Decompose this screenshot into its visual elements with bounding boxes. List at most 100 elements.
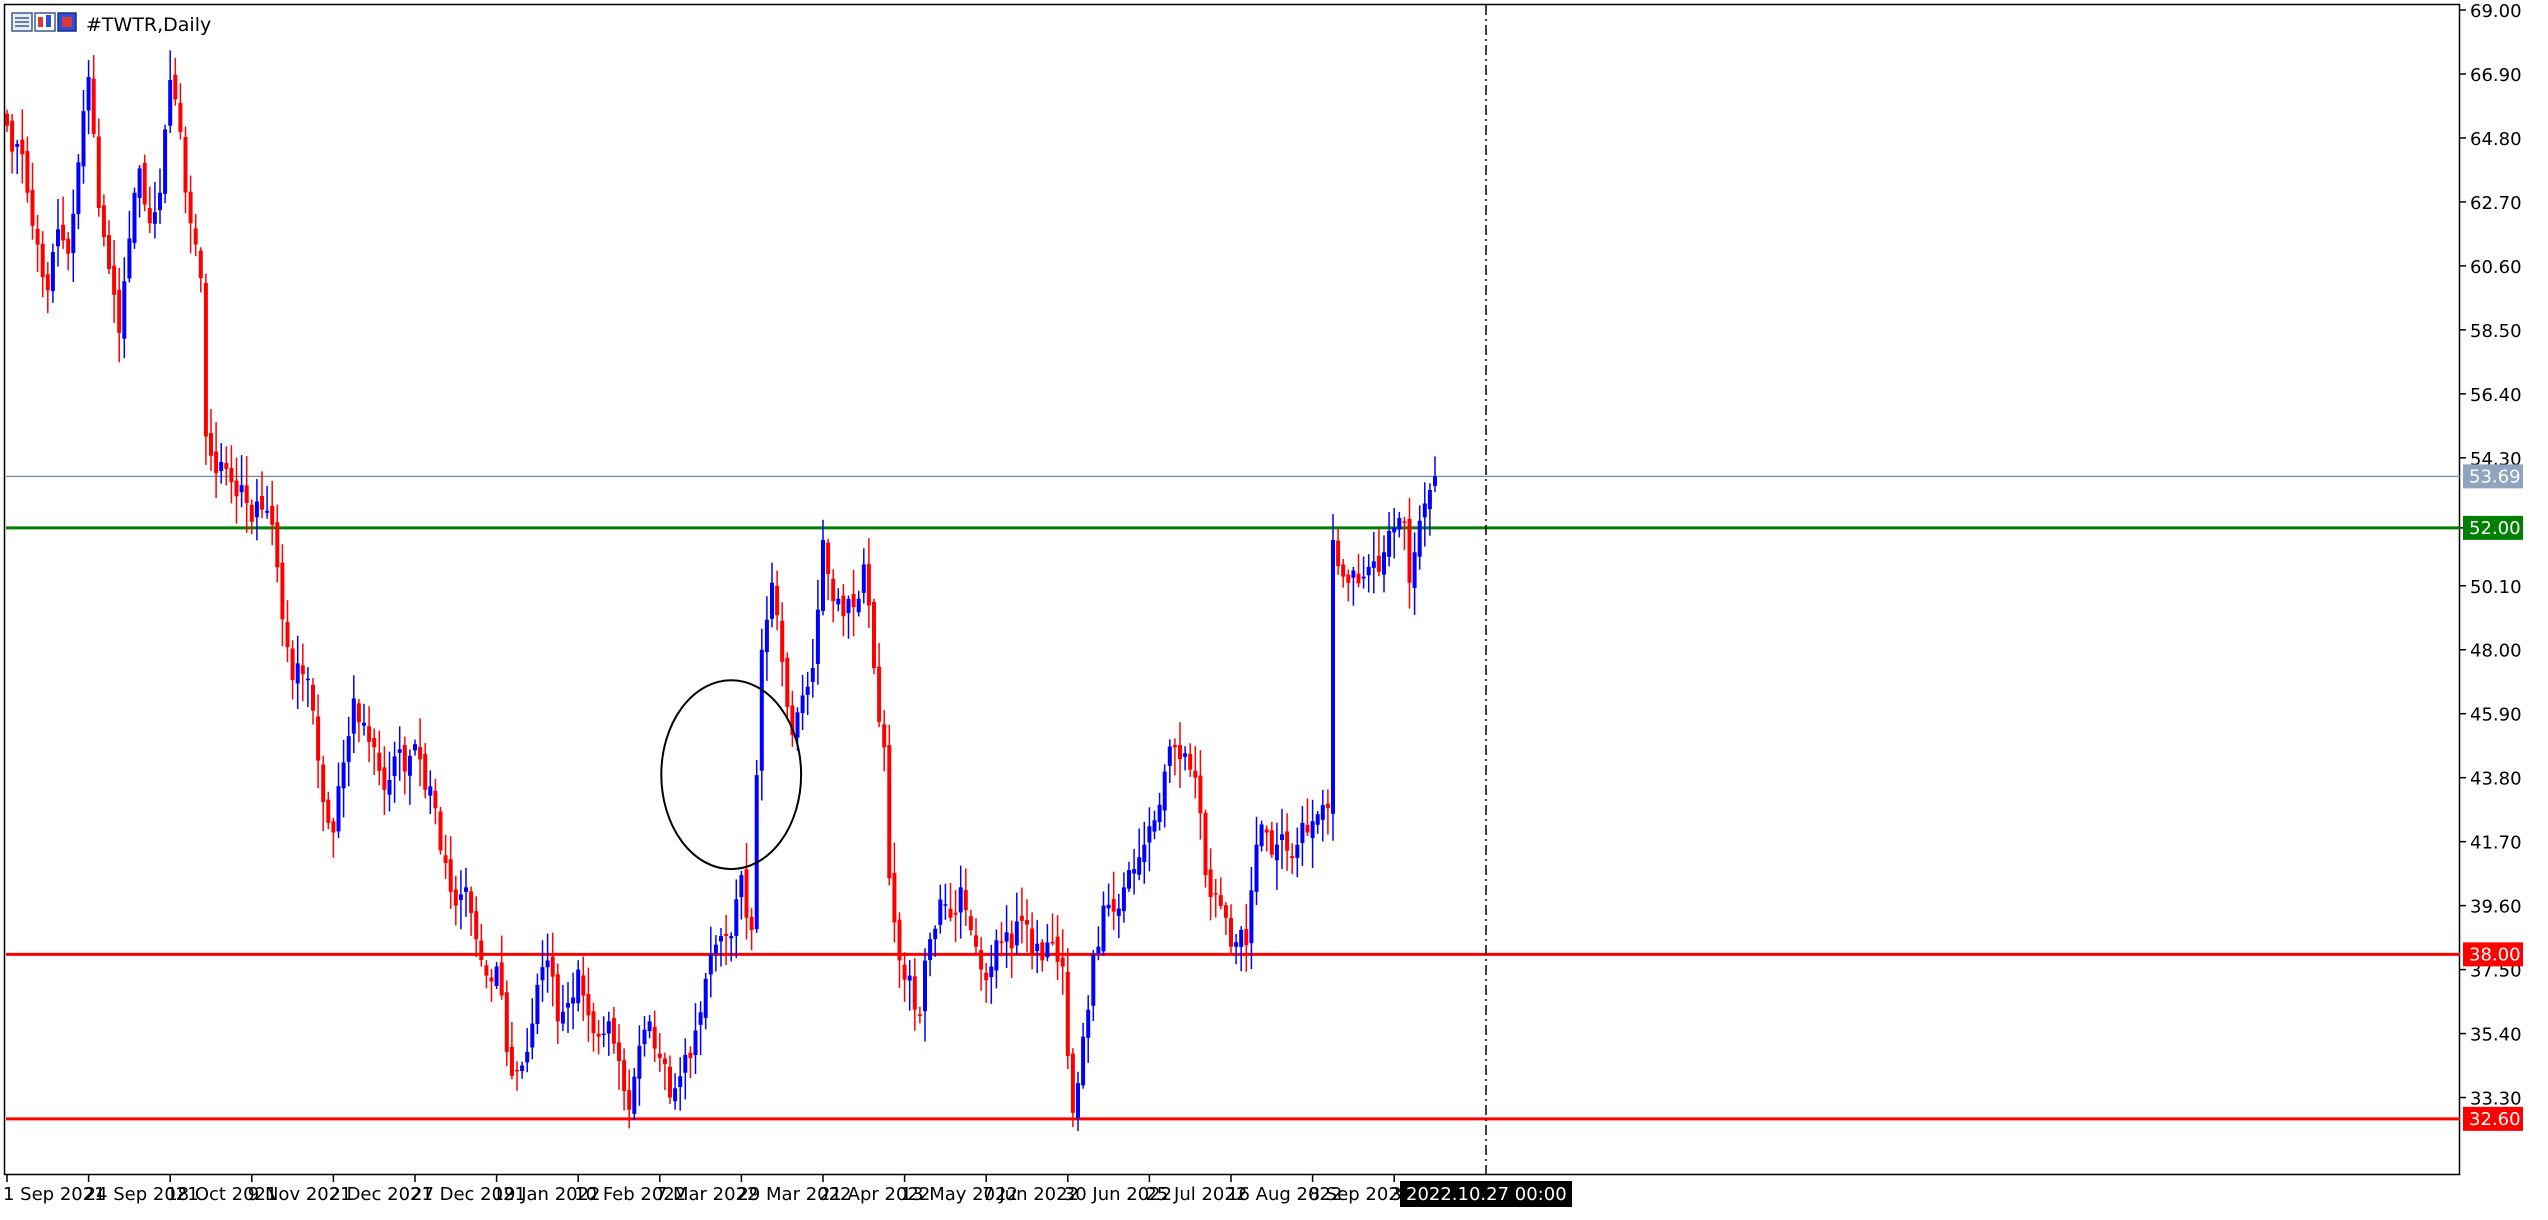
candle-body <box>178 102 183 132</box>
candle-body <box>433 790 438 809</box>
price-tick-label: 43.80 <box>2470 769 2522 790</box>
candle-body <box>749 916 754 930</box>
candle-body <box>1285 831 1290 851</box>
candle-body <box>1025 920 1029 925</box>
price-tick-label: 45.90 <box>2470 705 2522 726</box>
candle-body <box>805 686 810 695</box>
price-chart[interactable]: #TWTR,Daily 69.00 66.90 64.80 62.70 60.60 58.… <box>0 0 2548 1220</box>
candle-body <box>846 598 851 614</box>
candle-body <box>30 190 35 226</box>
candle-body <box>438 811 443 851</box>
candle-body <box>591 1011 596 1034</box>
candle-body <box>1371 561 1376 568</box>
candle-body <box>311 684 315 711</box>
candle-body <box>984 972 989 981</box>
candle-body <box>606 1021 611 1034</box>
candle-body <box>1050 941 1055 944</box>
candle-body <box>1331 540 1335 814</box>
candle-body <box>326 799 331 823</box>
candle-body <box>902 964 907 980</box>
candle-body <box>40 243 45 278</box>
candle-body <box>305 678 310 681</box>
candle-body <box>1290 856 1295 859</box>
candle-body <box>1137 857 1142 875</box>
candle-body <box>147 208 152 224</box>
candle-body <box>469 891 474 913</box>
candle-body <box>780 620 785 662</box>
candle-body <box>571 997 576 1004</box>
candle-body <box>260 495 264 510</box>
candle-body <box>576 969 581 1004</box>
candle-body <box>137 168 142 198</box>
candle-body <box>652 1026 657 1049</box>
candle-body <box>540 967 545 981</box>
candle-body <box>280 562 285 620</box>
chart-grid-icon[interactable] <box>34 12 56 32</box>
candle-body <box>673 1088 678 1102</box>
candle-body <box>1427 490 1432 510</box>
candle-body <box>290 648 295 681</box>
candle-body <box>1397 518 1402 530</box>
window-list-icon[interactable] <box>11 12 33 32</box>
candle-body <box>448 859 453 892</box>
candle-body <box>928 939 933 961</box>
candle-body <box>729 936 734 939</box>
candle-body <box>122 281 127 339</box>
candle-body <box>20 139 25 155</box>
candle-body <box>163 129 168 194</box>
candle-body <box>1055 936 1060 962</box>
candle-body <box>183 136 188 193</box>
candle-body <box>994 940 999 971</box>
candle-body <box>1264 829 1269 833</box>
candle-body <box>132 192 137 243</box>
price-tick-label: 48.00 <box>2470 641 2522 662</box>
candle-body <box>1422 503 1427 518</box>
candle-body <box>785 657 790 707</box>
candle-body <box>668 1066 672 1098</box>
candle-body <box>1407 518 1412 583</box>
candle-body <box>815 609 820 664</box>
candle-body <box>611 1018 616 1044</box>
candle-body <box>198 250 203 279</box>
candle-body <box>464 887 468 892</box>
candle-body <box>1045 942 1050 958</box>
candle-body <box>678 1076 683 1087</box>
candle-body <box>662 1058 667 1065</box>
candle-body <box>1315 814 1320 825</box>
candle-body <box>1193 770 1198 778</box>
price-tick-label: 64.80 <box>2470 129 2522 150</box>
candle-body <box>413 744 417 751</box>
candle-body <box>1382 552 1386 575</box>
candle-body <box>581 975 586 996</box>
candle-body <box>474 911 479 940</box>
candle-body <box>76 162 81 214</box>
candle-body <box>372 737 377 748</box>
candle-body <box>285 622 290 648</box>
price-tick-label: 33.30 <box>2470 1089 2522 1110</box>
candle-body <box>1392 527 1397 533</box>
candle-body <box>887 745 892 879</box>
chart-mode-icon[interactable] <box>57 12 77 32</box>
candle-body <box>489 977 494 982</box>
candle-body <box>550 956 555 977</box>
candle-body <box>1412 552 1417 588</box>
candle-body <box>1234 942 1239 947</box>
candle-body <box>1239 929 1244 948</box>
candle-body <box>10 120 15 152</box>
candle-body <box>989 966 994 978</box>
candle-body <box>1101 905 1106 952</box>
candle-body <box>1019 915 1024 921</box>
candle-body <box>907 975 912 981</box>
candle-body <box>35 228 40 245</box>
candle-body <box>377 752 382 771</box>
candle-body <box>821 540 825 611</box>
candle-body <box>734 899 739 936</box>
candle-body <box>759 649 764 771</box>
candle-body <box>1376 555 1381 572</box>
candle-body <box>423 753 428 790</box>
candle-body <box>1402 521 1407 523</box>
candle-body <box>647 1021 652 1031</box>
candle-body <box>1162 771 1167 811</box>
price-tick-label: 50.10 <box>2470 577 2522 598</box>
candle-body <box>234 480 239 497</box>
